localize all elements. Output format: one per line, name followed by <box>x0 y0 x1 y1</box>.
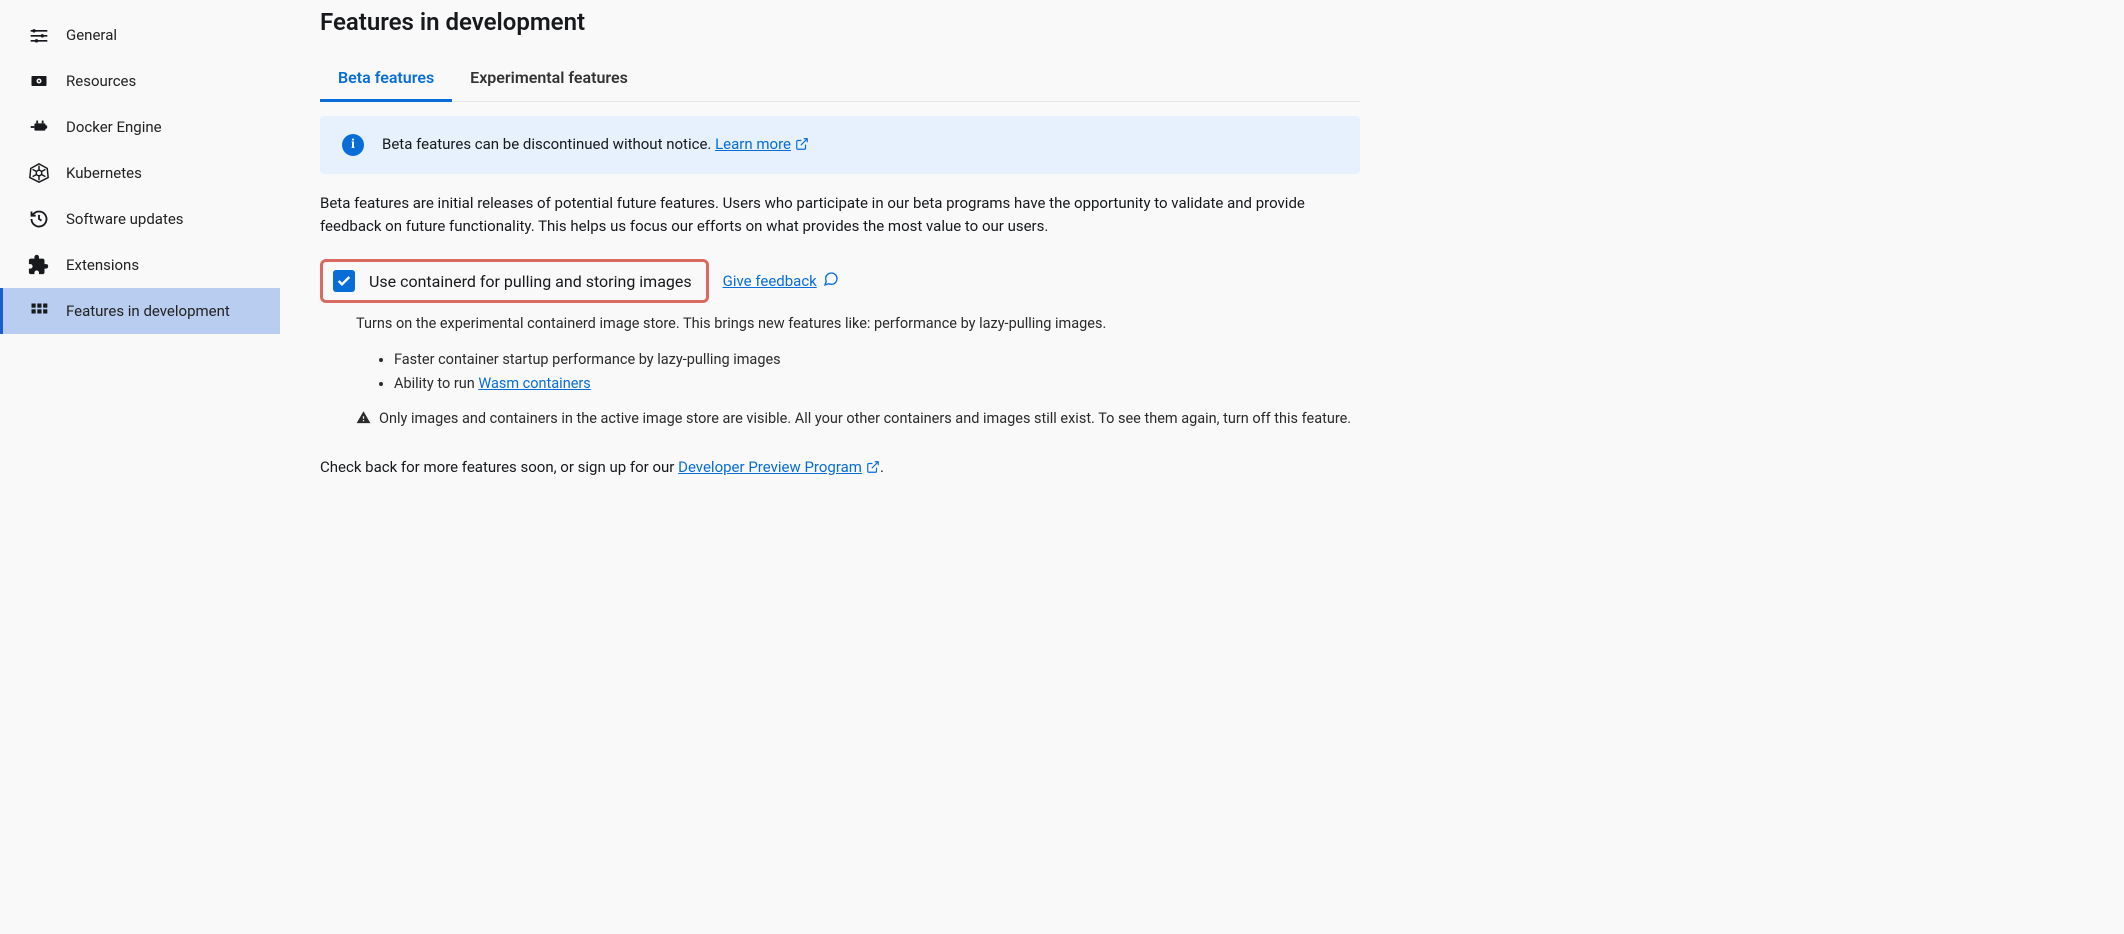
info-banner: i Beta features can be discontinued with… <box>320 116 1360 174</box>
tabs: Beta features Experimental features <box>320 56 1360 102</box>
sidebar-item-label: Software updates <box>66 210 184 228</box>
sidebar-item-resources[interactable]: Resources <box>0 58 280 104</box>
developer-preview-link[interactable]: Developer Preview Program <box>678 458 880 476</box>
sidebar-item-label: Resources <box>66 72 136 90</box>
sidebar-item-label: Extensions <box>66 256 139 274</box>
info-banner-text: Beta features can be discontinued withou… <box>382 135 809 155</box>
tab-experimental-features[interactable]: Experimental features <box>452 56 646 102</box>
feature-bullet: Faster container startup performance by … <box>394 349 1360 371</box>
learn-more-link[interactable]: Learn more <box>715 135 809 153</box>
sidebar-item-label: Kubernetes <box>66 164 142 182</box>
sidebar-item-label: General <box>66 26 117 44</box>
sidebar-item-label: Features in development <box>66 302 230 320</box>
sidebar-item-label: Docker Engine <box>66 118 162 136</box>
feature-description: Turns on the experimental containerd ima… <box>356 313 1360 432</box>
feature-row: Use containerd for pulling and storing i… <box>320 259 1360 303</box>
wasm-containers-link[interactable]: Wasm containers <box>478 375 590 392</box>
history-icon <box>28 208 50 230</box>
containerd-checkbox[interactable] <box>333 270 355 292</box>
main-content: Features in development Beta features Ex… <box>280 0 1400 934</box>
warning-icon <box>356 410 371 432</box>
feature-warning: Only images and containers in the active… <box>379 408 1351 432</box>
engine-icon <box>28 116 50 138</box>
disk-icon <box>28 70 50 92</box>
sidebar-item-extensions[interactable]: Extensions <box>0 242 280 288</box>
sliders-icon <box>28 24 50 46</box>
feature-highlight: Use containerd for pulling and storing i… <box>320 259 709 303</box>
feedback-icon <box>823 271 839 291</box>
sidebar-item-kubernetes[interactable]: Kubernetes <box>0 150 280 196</box>
sidebar-item-general[interactable]: General <box>0 12 280 58</box>
give-feedback-link[interactable]: Give feedback <box>723 271 839 291</box>
puzzle-icon <box>28 254 50 276</box>
settings-sidebar: General Resources Docker Engine Kubernet… <box>0 0 280 934</box>
info-icon: i <box>342 134 364 156</box>
sidebar-item-docker-engine[interactable]: Docker Engine <box>0 104 280 150</box>
feature-label: Use containerd for pulling and storing i… <box>369 272 692 291</box>
external-link-icon <box>866 460 880 478</box>
feature-bullet: Ability to run Wasm containers <box>394 373 1360 395</box>
sidebar-item-features-in-development[interactable]: Features in development <box>0 288 280 334</box>
helm-icon <box>28 162 50 184</box>
footer-text: Check back for more features soon, or si… <box>320 458 1360 478</box>
tab-beta-features[interactable]: Beta features <box>320 56 452 102</box>
sidebar-item-software-updates[interactable]: Software updates <box>0 196 280 242</box>
intro-text: Beta features are initial releases of po… <box>320 192 1360 237</box>
page-title: Features in development <box>320 8 1360 36</box>
external-link-icon <box>795 137 809 155</box>
grid-icon <box>28 300 50 322</box>
feature-desc-text: Turns on the experimental containerd ima… <box>356 313 1360 335</box>
